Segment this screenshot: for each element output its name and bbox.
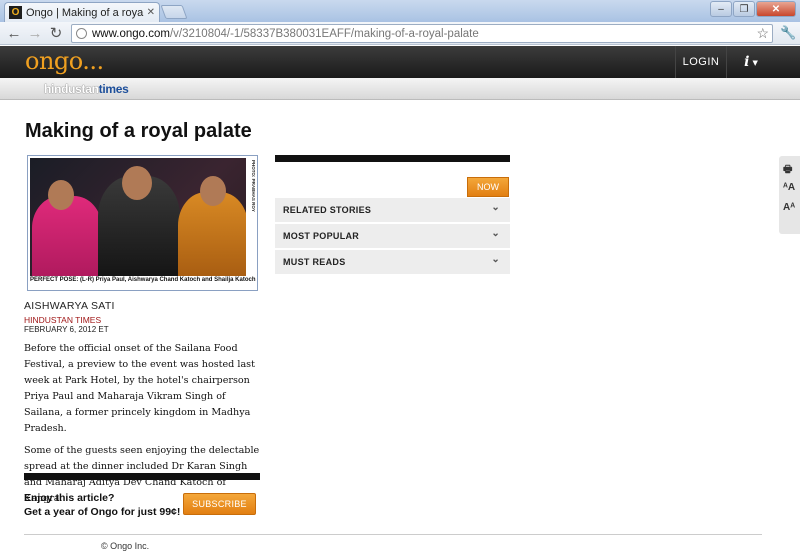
- login-link[interactable]: LOGIN: [675, 46, 727, 78]
- font-increase-icon[interactable]: Aᴬ: [783, 202, 795, 213]
- copyright: © Ongo Inc.: [101, 541, 150, 551]
- photo-credit: PHOTO: PRABHAS ROY: [251, 160, 256, 212]
- tab-title: Ongo | Making of a royal palate: [26, 6, 144, 19]
- article-photo-frame: PHOTO: PRABHAS ROY PERFECT POSE: (L-R) P…: [27, 155, 258, 291]
- forward-icon[interactable]: →: [26, 24, 44, 42]
- subscribe-promo: Enjoy this article? Get a year of Ongo f…: [24, 491, 180, 519]
- wrench-menu-icon[interactable]: 🔧: [780, 25, 796, 41]
- browser-titlebar: O Ongo | Making of a royal palate ✕ – ❐ …: [0, 0, 800, 22]
- window-close-icon[interactable]: ✕: [756, 1, 796, 17]
- article-photo: [30, 158, 246, 276]
- author-byline: AISHWARYA SATI: [24, 300, 115, 312]
- minimize-icon[interactable]: –: [710, 1, 732, 17]
- sidebar-divider: [275, 155, 510, 162]
- article-paragraph: Before the official onset of the Sailana…: [24, 343, 255, 434]
- ongo-logo[interactable]: ongo...: [25, 47, 104, 75]
- must-reads-toggle[interactable]: MUST READS ⌄: [275, 250, 510, 275]
- maximize-icon[interactable]: ❐: [733, 1, 755, 17]
- accordion-label: MOST POPULAR: [283, 231, 360, 241]
- ongo-favicon-icon: O: [9, 6, 22, 19]
- font-decrease-icon[interactable]: ᴬA: [783, 182, 795, 193]
- back-icon[interactable]: ←: [5, 24, 23, 42]
- article-body: Before the official onset of the Sailana…: [24, 341, 264, 513]
- article-date: FEBRUARY 6, 2012 ET: [24, 325, 109, 334]
- footer-divider: [24, 534, 762, 535]
- window-controls: – ❐ ✕: [710, 1, 796, 17]
- browser-toolbar: ← → ↻ www.ongo.com/v/3210804/-1/58337B38…: [0, 22, 800, 45]
- most-popular-toggle[interactable]: MOST POPULAR ⌄: [275, 224, 510, 249]
- promo-line-2: Get a year of Ongo for just 99¢!: [24, 506, 181, 518]
- browser-tab[interactable]: O Ongo | Making of a royal palate ✕: [4, 2, 160, 22]
- article-source: HINDUSTAN TIMES: [24, 315, 102, 325]
- photo-caption: PERFECT POSE: (L-R) Priya Paul, Aishwary…: [30, 277, 256, 283]
- article-title: Making of a royal palate: [25, 120, 252, 142]
- url-path: /v/3210804/-1/58337B380031EAFF/making-of…: [169, 27, 479, 40]
- print-icon[interactable]: 🖶: [783, 162, 792, 179]
- chevron-down-icon: ⌄: [491, 228, 500, 239]
- hindustan-times-logo[interactable]: hindustantimes: [44, 82, 129, 96]
- bookmark-star-icon[interactable]: ☆: [756, 25, 769, 42]
- promo-divider: [24, 473, 260, 480]
- site-header: ongo... LOGIN i ▼: [0, 46, 800, 78]
- chevron-down-icon: ⌄: [491, 202, 500, 213]
- now-button[interactable]: NOW: [467, 177, 509, 197]
- accordion-label: MUST READS: [283, 257, 346, 267]
- subscribe-button[interactable]: SUBSCRIBE: [183, 493, 256, 515]
- url-domain: www.ongo.com: [92, 27, 170, 40]
- caret-down-icon: ▼: [752, 57, 758, 67]
- new-tab-button[interactable]: [160, 5, 188, 19]
- info-menu-button[interactable]: i ▼: [731, 46, 771, 78]
- accordion-label: RELATED STORIES: [283, 205, 372, 215]
- tab-close-icon[interactable]: ✕: [147, 7, 155, 18]
- info-icon: i: [744, 54, 750, 70]
- page-info-icon[interactable]: [76, 28, 87, 39]
- partner-bar: hindustantimes: [0, 78, 800, 100]
- address-bar[interactable]: www.ongo.com/v/3210804/-1/58337B380031EA…: [71, 24, 773, 43]
- promo-line-1: Enjoy this article?: [24, 492, 115, 504]
- related-stories-toggle[interactable]: RELATED STORIES ⌄: [275, 198, 510, 223]
- chevron-down-icon: ⌄: [491, 254, 500, 265]
- article-tools: 🖶 ᴬA Aᴬ: [779, 156, 800, 234]
- reload-icon[interactable]: ↻: [47, 24, 65, 42]
